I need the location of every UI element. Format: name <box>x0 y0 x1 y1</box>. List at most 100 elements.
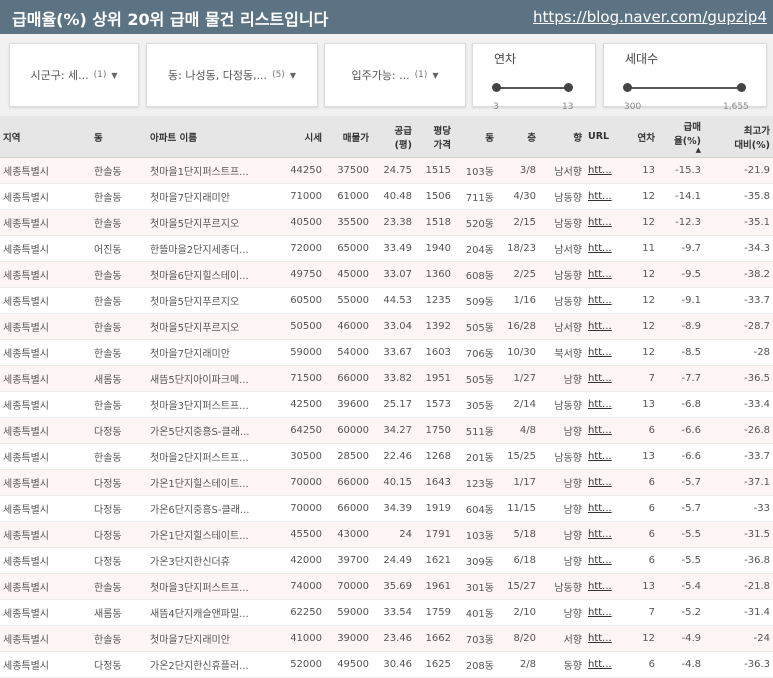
chevron-down-icon: ▼ <box>111 70 118 80</box>
cell-url[interactable]: htt... <box>585 235 623 262</box>
cell-building: 123동 <box>454 469 497 496</box>
cell-vs-max: -31.5 <box>704 521 773 548</box>
col-header-market-price[interactable]: 시세 <box>278 116 325 158</box>
cell-url[interactable]: htt... <box>585 469 623 496</box>
cell-discount-rate: -9.7 <box>658 235 704 262</box>
dong-dropdown[interactable]: 동: 나성동, 다정동,... (5) ▼ <box>146 43 318 107</box>
cell-vs-max: -38.2 <box>704 261 773 288</box>
col-header-price-per-pyeong[interactable]: 평당 가격 <box>415 116 454 158</box>
households-slider-min-handle[interactable] <box>623 83 632 92</box>
cell-market-price: 70000 <box>278 469 325 496</box>
cell-supply-area: 33.82 <box>372 365 415 392</box>
cell-url[interactable]: htt... <box>585 417 623 444</box>
cell-url[interactable]: htt... <box>585 599 623 626</box>
cell-url[interactable]: htt... <box>585 547 623 574</box>
cell-dong: 한솔동 <box>91 209 147 236</box>
cell-url[interactable]: htt... <box>585 287 623 314</box>
cell-price-per-pyeong: 1951 <box>415 365 454 392</box>
cell-url[interactable]: htt... <box>585 651 623 678</box>
cell-supply-area: 40.15 <box>372 469 415 496</box>
cell-floor: 16/28 <box>497 313 539 340</box>
col-header-region[interactable]: 지역 <box>0 116 91 158</box>
cell-direction: 남동향 <box>539 261 585 288</box>
col-header-discount-rate[interactable]: 급매 율(%) ▲ <box>658 116 704 158</box>
col-header-direction[interactable]: 향 <box>539 116 585 158</box>
col-header-apartment[interactable]: 아파트 이름 <box>147 116 278 158</box>
year-slider-max-handle[interactable] <box>564 83 573 92</box>
table-row: 세종특별시 한솔동 첫마을3단지퍼스트프... 42500 39600 25.17 1573… <box>0 391 773 418</box>
cell-url[interactable]: htt... <box>585 391 623 418</box>
blog-link[interactable]: https://blog.naver.com/gupzip4 <box>533 8 767 26</box>
cell-direction: 남서향 <box>539 235 585 262</box>
cell-url[interactable]: htt... <box>585 183 623 210</box>
cell-price-per-pyeong: 1573 <box>415 391 454 418</box>
cell-listing-price: 43000 <box>325 521 372 548</box>
cell-url[interactable]: htt... <box>585 339 623 366</box>
col-header-listing-price[interactable]: 매물가 <box>325 116 372 158</box>
table-row: 세종특별시 한솔동 첫마을7단지래미안 41000 39000 23.46 1662 703동… <box>0 625 773 652</box>
cell-listing-price: 66000 <box>325 469 372 496</box>
movein-dropdown[interactable]: 입주가능: ... (1) ▼ <box>324 43 466 107</box>
cell-url[interactable]: htt... <box>585 261 623 288</box>
table-row: 세종특별시 한솔동 첫마을5단지푸르지오 50500 46000 33.04 1392 505… <box>0 313 773 340</box>
cell-dong: 한솔동 <box>91 391 147 418</box>
cell-url[interactable]: htt... <box>585 495 623 522</box>
cell-market-price: 72000 <box>278 235 325 262</box>
cell-market-price: 52000 <box>278 651 325 678</box>
year-slider-track[interactable] <box>496 87 569 89</box>
cell-vs-max: -33 <box>704 495 773 522</box>
col-header-supply-area[interactable]: 공급 (평) <box>372 116 415 158</box>
table-row: 세종특별시 한솔동 첫마을6단지힐스테이... 49750 45000 33.07 1360… <box>0 261 773 288</box>
cell-region: 세종특별시 <box>0 495 91 522</box>
cell-price-per-pyeong: 1621 <box>415 547 454 574</box>
cell-discount-rate: -9.1 <box>658 287 704 314</box>
cell-url[interactable]: htt... <box>585 157 623 184</box>
col-header-age[interactable]: 연차 <box>623 116 658 158</box>
cell-region: 세종특별시 <box>0 209 91 236</box>
year-slider-label: 연차 <box>494 52 517 66</box>
cell-url[interactable]: htt... <box>585 625 623 652</box>
cell-region: 세종특별시 <box>0 261 91 288</box>
cell-age: 13 <box>623 443 658 470</box>
cell-url[interactable]: htt... <box>585 209 623 236</box>
cell-apartment: 첫마을6단지힐스테이... <box>147 261 278 288</box>
col-header-building[interactable]: 동 <box>454 116 497 158</box>
cell-apartment: 첫마을5단지푸르지오 <box>147 287 278 314</box>
households-slider-max-handle[interactable] <box>737 83 746 92</box>
cell-vs-max: -21.9 <box>704 157 773 184</box>
cell-listing-price: 45000 <box>325 261 372 288</box>
cell-supply-area: 24.75 <box>372 157 415 184</box>
cell-building: 204동 <box>454 235 497 262</box>
sigungu-dropdown[interactable]: 시군구: 세... (1) ▼ <box>9 43 139 107</box>
cell-price-per-pyeong: 1360 <box>415 261 454 288</box>
cell-apartment: 가온3단지한신더휴 <box>147 547 278 574</box>
cell-age: 7 <box>623 599 658 626</box>
cell-apartment: 한뜰마을2단지세종더... <box>147 235 278 262</box>
cell-direction: 북서향 <box>539 339 585 366</box>
year-slider-min-handle[interactable] <box>492 83 501 92</box>
cell-url[interactable]: htt... <box>585 443 623 470</box>
cell-url[interactable]: htt... <box>585 365 623 392</box>
cell-building: 703동 <box>454 625 497 652</box>
cell-listing-price: 65000 <box>325 235 372 262</box>
cell-market-price: 71000 <box>278 183 325 210</box>
sort-ascending-icon: ▲ <box>695 146 701 154</box>
cell-price-per-pyeong: 1392 <box>415 313 454 340</box>
cell-floor: 1/17 <box>497 469 539 496</box>
households-min-value: 300 <box>624 102 642 112</box>
cell-building: 103동 <box>454 157 497 184</box>
col-header-vs-max[interactable]: 최고가 대비(%) <box>704 116 773 158</box>
cell-apartment: 첫마을2단지퍼스트프... <box>147 443 278 470</box>
cell-url[interactable]: htt... <box>585 573 623 600</box>
cell-vs-max: -36.8 <box>704 547 773 574</box>
households-slider-track[interactable] <box>627 87 742 89</box>
cell-age: 6 <box>623 651 658 678</box>
col-header-url[interactable]: URL <box>585 116 623 158</box>
cell-region: 세종특별시 <box>0 287 91 314</box>
cell-floor: 1/16 <box>497 287 539 314</box>
cell-url[interactable]: htt... <box>585 313 623 340</box>
cell-price-per-pyeong: 1759 <box>415 599 454 626</box>
cell-url[interactable]: htt... <box>585 521 623 548</box>
col-header-floor[interactable]: 층 <box>497 116 539 158</box>
col-header-dong[interactable]: 동 <box>91 116 147 158</box>
